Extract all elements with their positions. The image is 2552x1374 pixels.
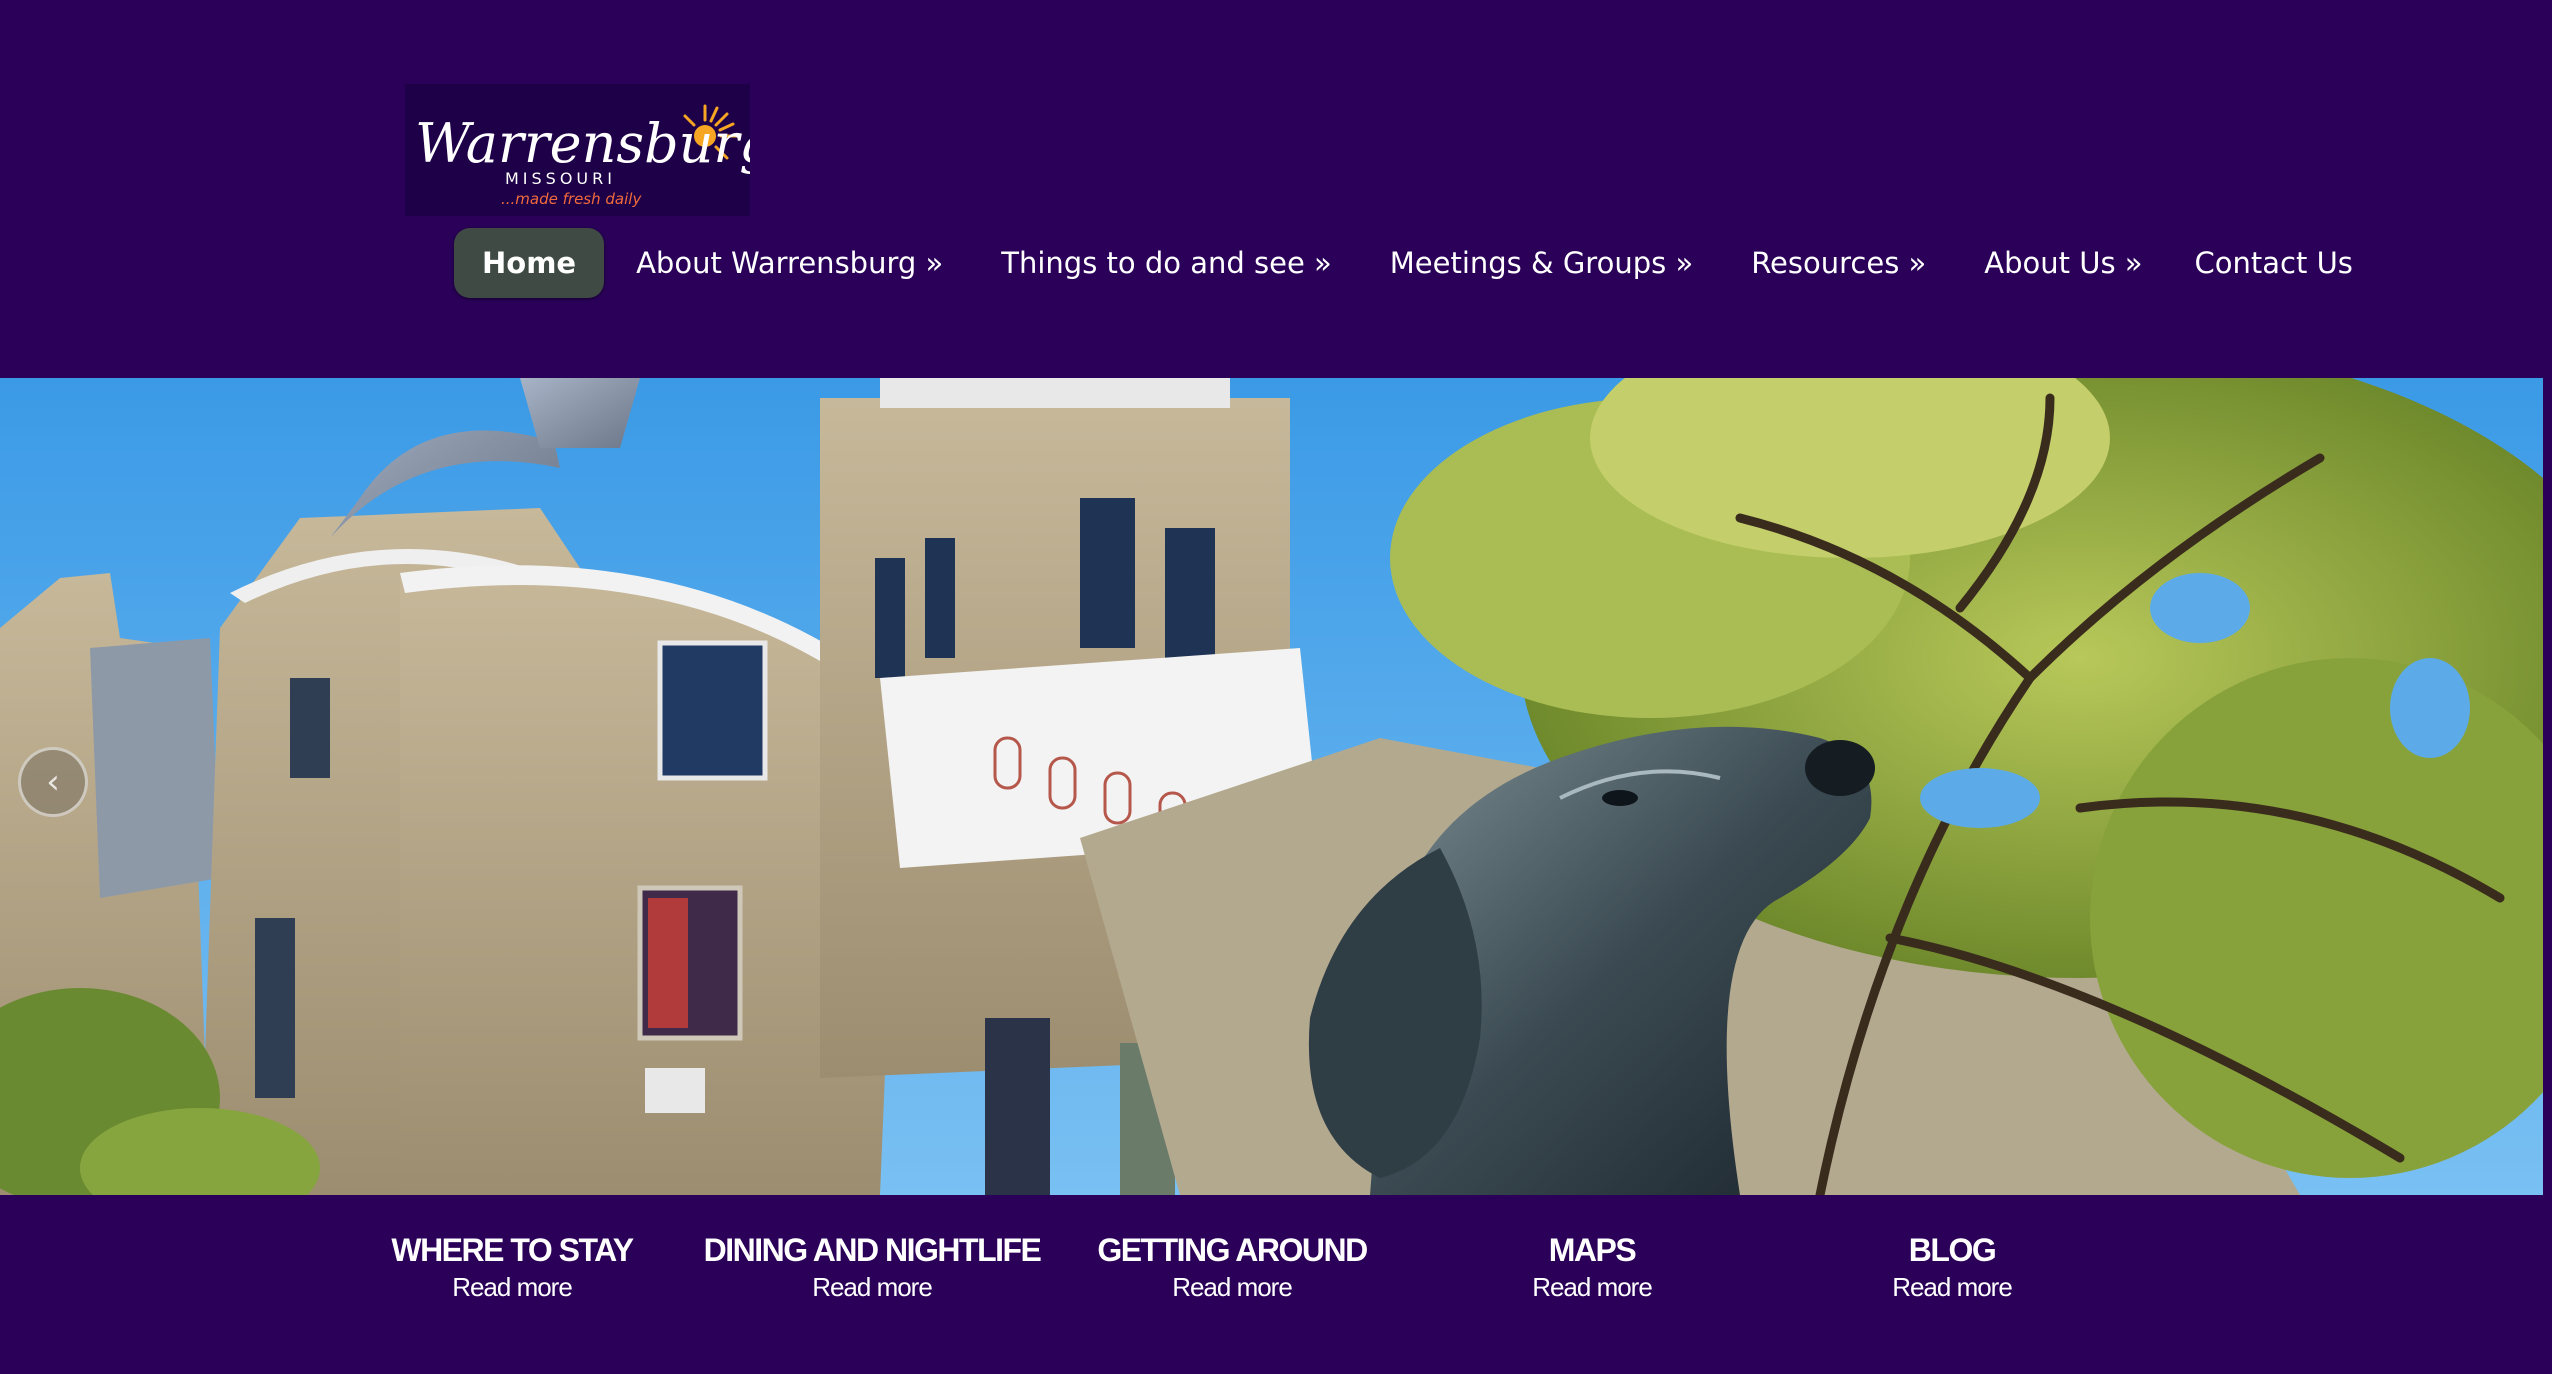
read-more-link[interactable]: Read more: [332, 1270, 692, 1304]
read-more-link[interactable]: Read more: [1772, 1270, 2132, 1304]
nav-meetings-groups[interactable]: Meetings & Groups »: [1390, 228, 1693, 298]
read-more-link[interactable]: Read more: [692, 1270, 1052, 1304]
nav-resources[interactable]: Resources »: [1751, 228, 1926, 298]
feature-links: WHERE TO STAY Read more DINING AND NIGHT…: [0, 1230, 2552, 1330]
logo-tagline: ...made fresh daily: [501, 190, 642, 208]
hero-slider[interactable]: ‹: [0, 378, 2543, 1195]
nav-home[interactable]: Home: [454, 228, 605, 298]
feature-maps[interactable]: MAPS Read more: [1412, 1230, 1772, 1304]
feature-title[interactable]: DINING AND NIGHTLIFE: [692, 1230, 1052, 1270]
chevron-left-icon[interactable]: ‹: [18, 747, 88, 817]
read-more-link[interactable]: Read more: [1052, 1270, 1412, 1304]
main-nav: Home About Warrensburg » Things to do an…: [454, 228, 2353, 298]
nav-contact-us[interactable]: Contact Us: [2195, 228, 2353, 298]
feature-where-to-stay[interactable]: WHERE TO STAY Read more: [332, 1230, 692, 1304]
nav-about-us[interactable]: About Us »: [1984, 228, 2142, 298]
feature-blog[interactable]: BLOG Read more: [1772, 1230, 2132, 1304]
feature-dining-nightlife[interactable]: DINING AND NIGHTLIFE Read more: [692, 1230, 1052, 1304]
logo-graphic: Warrensburg MISSOURI ...made fresh daily: [415, 104, 750, 208]
feature-title[interactable]: WHERE TO STAY: [332, 1230, 692, 1270]
hero-image: [0, 378, 2543, 1195]
feature-title[interactable]: BLOG: [1772, 1230, 2132, 1270]
feature-title[interactable]: GETTING AROUND: [1052, 1230, 1412, 1270]
logo-name: Warrensburg: [415, 112, 750, 175]
nav-about-warrensburg[interactable]: About Warrensburg »: [636, 228, 943, 298]
site-logo[interactable]: Warrensburg MISSOURI ...made fresh daily: [405, 84, 750, 216]
feature-title[interactable]: MAPS: [1412, 1230, 1772, 1270]
feature-getting-around[interactable]: GETTING AROUND Read more: [1052, 1230, 1412, 1304]
logo-state: MISSOURI: [505, 169, 616, 188]
read-more-link[interactable]: Read more: [1412, 1270, 1772, 1304]
nav-things-to-do[interactable]: Things to do and see »: [1001, 228, 1332, 298]
